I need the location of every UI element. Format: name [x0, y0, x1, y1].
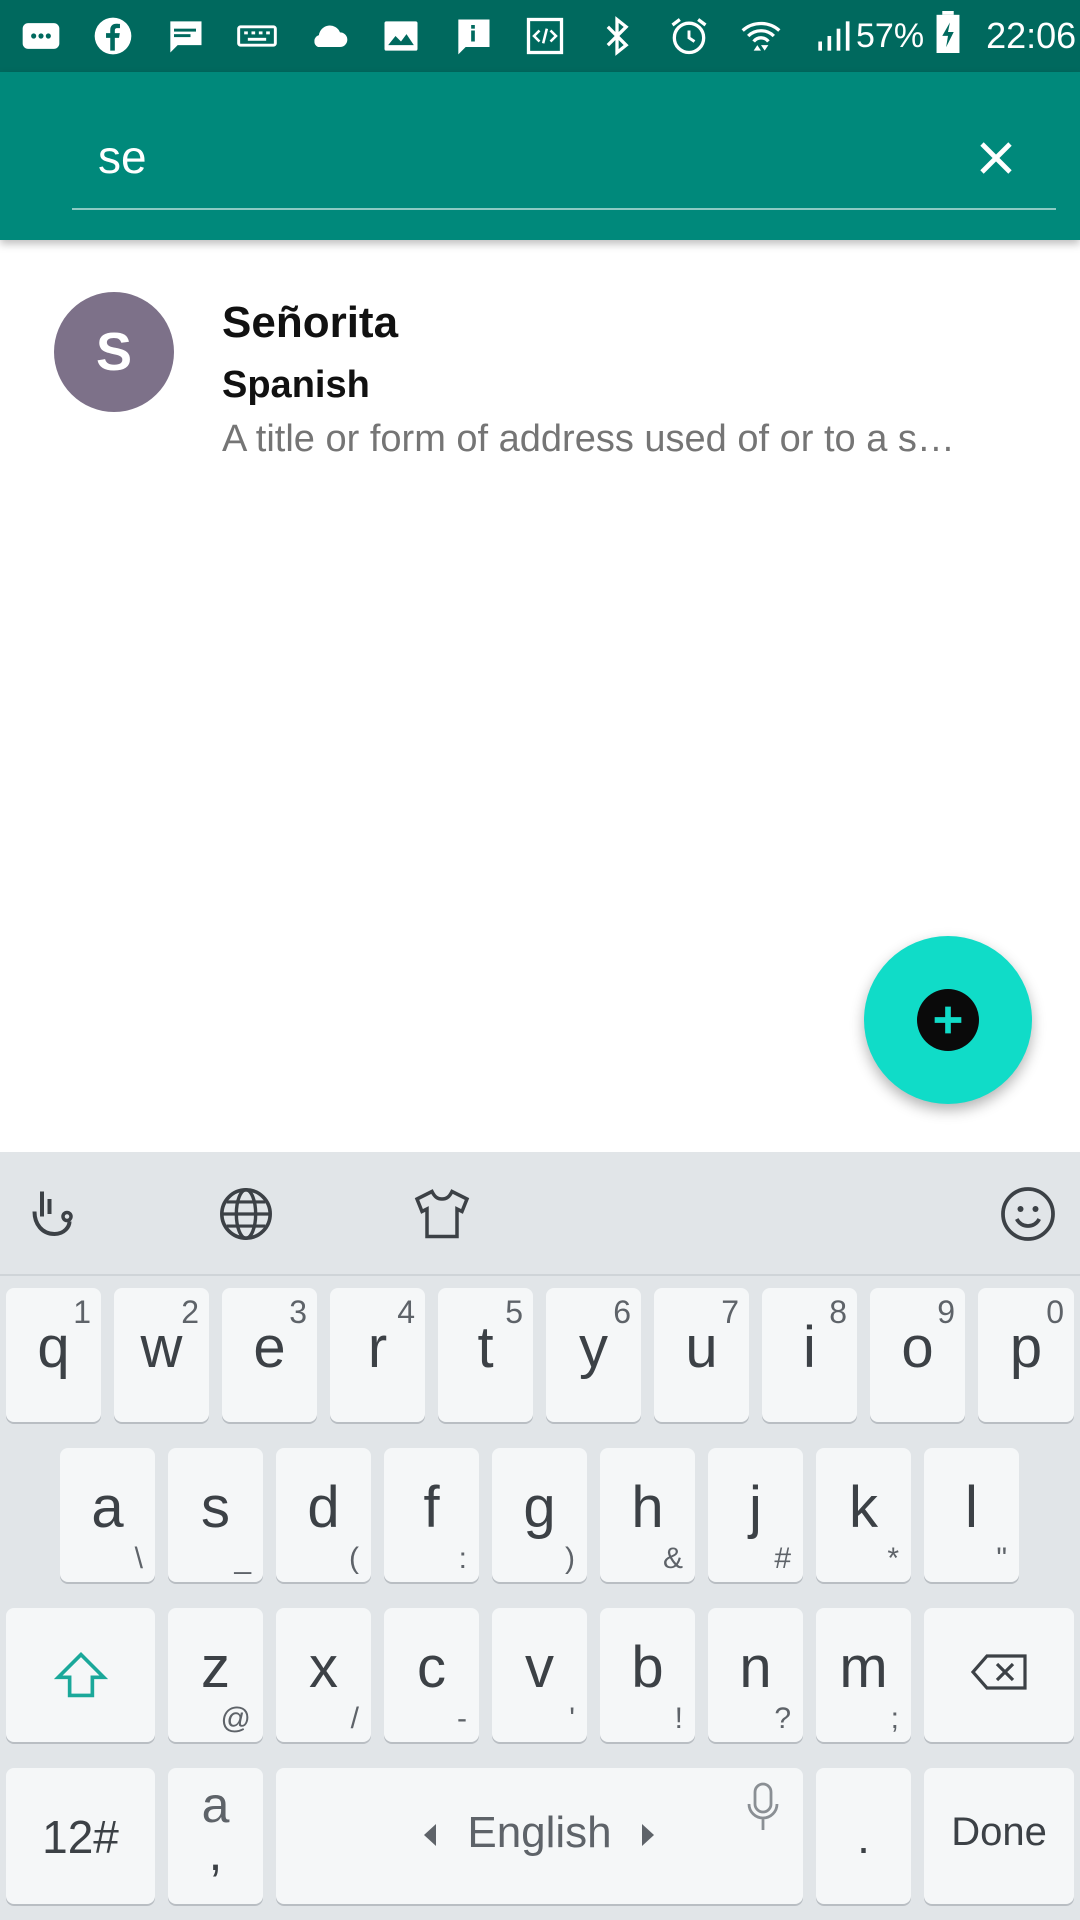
- battery-percent: 57%: [856, 16, 925, 55]
- globe-icon[interactable]: [214, 1182, 278, 1246]
- key-f[interactable]: f:: [384, 1448, 479, 1582]
- clock: 22:06: [986, 15, 1077, 56]
- add-icon: [917, 989, 979, 1051]
- backspace-icon: [924, 1652, 1074, 1697]
- chevron-right-icon: [640, 1824, 654, 1851]
- wifi-icon: [738, 14, 784, 58]
- close-icon: [972, 134, 1020, 187]
- backspace-key[interactable]: [924, 1608, 1074, 1742]
- key-x[interactable]: x /: [276, 1608, 371, 1742]
- avatar: S: [54, 292, 174, 412]
- list-item[interactable]: S Señorita Spanish A title or form of ad…: [0, 240, 1080, 470]
- key-n[interactable]: n?: [708, 1608, 803, 1742]
- chat-icon: [162, 14, 208, 58]
- emoji-icon[interactable]: [996, 1182, 1060, 1246]
- code-icon: [522, 14, 568, 58]
- key-l[interactable]: l ": [924, 1448, 1019, 1582]
- comma-key[interactable]: a ,: [168, 1768, 263, 1904]
- search-app-bar: [0, 72, 1080, 240]
- key-k[interactable]: k *: [816, 1448, 911, 1582]
- shift-key[interactable]: [6, 1608, 155, 1742]
- key-y[interactable]: y6: [546, 1288, 641, 1422]
- symbols-key[interactable]: 12#: [6, 1768, 155, 1904]
- shift-icon: [6, 1650, 155, 1705]
- microphone-icon: [745, 1782, 781, 1837]
- result-word: Señorita: [222, 298, 399, 347]
- period-key[interactable]: .: [816, 1768, 911, 1904]
- key-s[interactable]: s _: [168, 1448, 263, 1582]
- key-o[interactable]: o9: [870, 1288, 965, 1422]
- results-list: S Señorita Spanish A title or form of ad…: [0, 240, 1080, 470]
- key-r[interactable]: r4: [330, 1288, 425, 1422]
- key-z[interactable]: z @: [168, 1608, 263, 1742]
- key-i[interactable]: i8: [762, 1288, 857, 1422]
- facebook-icon: [90, 14, 136, 58]
- language-label: English: [467, 1808, 612, 1857]
- image-icon: [378, 14, 424, 58]
- key-e[interactable]: e3: [222, 1288, 317, 1422]
- space-key[interactable]: English: [276, 1768, 803, 1904]
- result-language: Spanish: [222, 364, 370, 406]
- signal-icon: [810, 14, 856, 58]
- key-m[interactable]: m;: [816, 1608, 911, 1742]
- shirt-icon[interactable]: [410, 1182, 474, 1246]
- keyboard-toolbar: [0, 1152, 1080, 1276]
- bluetooth-icon: [594, 14, 640, 58]
- add-button[interactable]: [864, 936, 1032, 1104]
- clear-search-button[interactable]: [960, 124, 1032, 196]
- key-p[interactable]: p0: [978, 1288, 1074, 1422]
- alarm-icon: [666, 14, 712, 58]
- key-v[interactable]: v ': [492, 1608, 587, 1742]
- keyboard-icon: [234, 14, 280, 58]
- key-d[interactable]: d(: [276, 1448, 371, 1582]
- cloud-icon: [306, 14, 352, 58]
- search-underline: [72, 208, 1056, 210]
- keyboard: q1 w2 e3 r4 t5 y6 u7 i8 o9 p0 a \ s _ d( f…: [0, 1152, 1080, 1920]
- key-c[interactable]: c-: [384, 1608, 479, 1742]
- result-definition: A title or form of address used of or to…: [222, 418, 955, 460]
- gesture-icon[interactable]: [20, 1182, 84, 1246]
- message-icon: [18, 14, 64, 58]
- key-j[interactable]: j #: [708, 1448, 803, 1582]
- key-q[interactable]: q1: [6, 1288, 101, 1422]
- done-key[interactable]: Done: [924, 1768, 1074, 1904]
- key-a[interactable]: a \: [60, 1448, 155, 1582]
- key-t[interactable]: t5: [438, 1288, 533, 1422]
- battery-icon: [934, 10, 962, 62]
- key-h[interactable]: h &: [600, 1448, 695, 1582]
- key-g[interactable]: g): [492, 1448, 587, 1582]
- key-b[interactable]: b!: [600, 1608, 695, 1742]
- key-u[interactable]: u7: [654, 1288, 749, 1422]
- info-icon: [450, 14, 496, 58]
- key-w[interactable]: w2: [114, 1288, 209, 1422]
- status-bar: 57% 22:06: [0, 0, 1080, 72]
- search-input[interactable]: [98, 122, 898, 192]
